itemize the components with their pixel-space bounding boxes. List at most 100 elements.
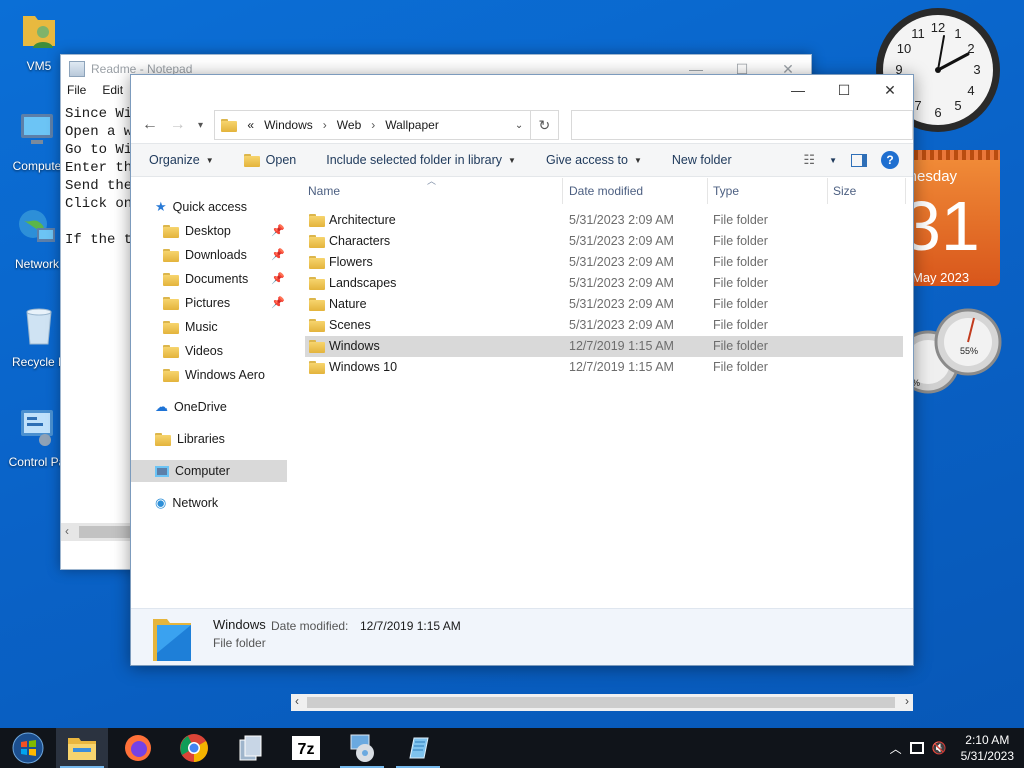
include-in-library-button[interactable]: Include selected folder in library ▼ (326, 153, 516, 167)
file-name: Characters (329, 234, 391, 248)
chevron-right-icon[interactable]: › (371, 118, 375, 132)
svg-text:7z: 7z (298, 741, 315, 758)
folder-icon (309, 214, 325, 227)
downloads-folder-icon (163, 248, 179, 262)
scroll-thumb[interactable] (307, 697, 895, 708)
folder-icon (163, 368, 179, 382)
address-bar[interactable]: « Windows › Web › Wallpaper ⌄ (214, 110, 532, 140)
nav-desktop[interactable]: Desktop (163, 220, 231, 242)
scroll-left-icon[interactable]: ‹ (65, 524, 69, 538)
column-divider[interactable] (905, 178, 906, 204)
notepad-icon (69, 61, 85, 77)
breadcrumb-overflow[interactable]: « (247, 118, 254, 132)
command-bar: Organize ▼ Open Include selected folder … (131, 143, 913, 177)
help-icon[interactable]: ? (881, 151, 899, 169)
nav-label: Computer (175, 464, 230, 478)
new-folder-button[interactable]: New folder (672, 153, 732, 167)
view-options-icon[interactable]: ☷ (803, 152, 815, 168)
maximize-button[interactable]: ☐ (821, 75, 867, 105)
column-date-modified[interactable]: Date modified (569, 184, 643, 198)
taskbar-firefox[interactable] (112, 728, 164, 768)
start-button[interactable] (0, 728, 56, 768)
column-divider[interactable] (562, 178, 563, 204)
taskbar-chrome[interactable] (168, 728, 220, 768)
nav-downloads[interactable]: Downloads (163, 244, 247, 266)
horizontal-scrollbar[interactable]: ‹ › (291, 694, 913, 711)
open-label: Open (265, 153, 297, 167)
file-row-selected[interactable]: Windows 12/7/2019 1:15 AM File folder (305, 336, 903, 357)
file-row[interactable]: Nature 5/31/2023 2:09 AM File folder (305, 294, 903, 315)
nav-libraries[interactable]: Libraries (155, 428, 225, 450)
breadcrumb-windows[interactable]: Windows (264, 118, 313, 132)
new-folder-label: New folder (671, 153, 732, 167)
date-modified-value: 12/7/2019 1:15 AM (360, 619, 461, 633)
nav-onedrive[interactable]: ☁ OneDrive (155, 396, 227, 418)
column-size[interactable]: Size (833, 184, 856, 198)
show-hidden-icons-chevron-icon[interactable]: ︿ (890, 740, 902, 757)
column-divider[interactable] (707, 178, 708, 204)
pin-icon: 📌 (271, 249, 285, 261)
notepad-horizontal-scrollbar[interactable]: ‹ (61, 523, 133, 541)
column-divider[interactable] (827, 178, 828, 204)
file-date: 12/7/2019 1:15 AM (569, 339, 674, 353)
nav-label: Videos (185, 344, 223, 358)
file-row[interactable]: Architecture 5/31/2023 2:09 AM File fold… (305, 210, 903, 231)
close-button[interactable]: ✕ (867, 75, 913, 105)
file-type: File folder (713, 297, 768, 311)
volume-muted-icon[interactable]: 🔇 (932, 741, 947, 755)
explorer-titlebar[interactable]: — ☐ ✕ (131, 75, 913, 107)
refresh-button[interactable]: ↻ (531, 110, 559, 140)
taskbar-clock[interactable]: 2:10 AM 5/31/2023 (961, 732, 1014, 764)
back-button[interactable]: ← (139, 114, 161, 136)
minimize-button[interactable]: — (775, 75, 821, 105)
taskbar-notepad[interactable] (392, 728, 444, 768)
taskbar-7zip[interactable]: 7z (280, 728, 332, 768)
calendar-gadget[interactable]: ednesday 31 May 2023 (906, 150, 1000, 286)
nav-label: OneDrive (174, 400, 227, 414)
file-explorer-window[interactable]: — ☐ ✕ ← → ▾ « Windows › Web › Wallpaper … (130, 74, 914, 711)
menu-file[interactable]: File (67, 83, 86, 103)
preview-pane-icon[interactable] (851, 153, 867, 167)
nav-music[interactable]: Music (163, 316, 218, 338)
breadcrumb-wallpaper[interactable]: Wallpaper (385, 118, 439, 132)
file-row[interactable]: Scenes 5/31/2023 2:09 AM File folder (305, 315, 903, 336)
organize-button[interactable]: Organize ▼ (149, 153, 214, 167)
nav-videos[interactable]: Videos (163, 340, 223, 362)
folder-icon (309, 277, 325, 290)
taskbar-archive-tool[interactable] (224, 728, 276, 768)
forward-button[interactable]: → (167, 114, 189, 136)
chevron-right-icon[interactable]: › (323, 118, 327, 132)
column-name[interactable]: Name (308, 184, 340, 198)
menu-edit[interactable]: Edit (102, 83, 123, 103)
scroll-thumb[interactable] (79, 526, 131, 538)
file-row[interactable]: Windows 10 12/7/2019 1:15 AM File folder (305, 357, 903, 378)
scroll-left-icon[interactable]: ‹ (295, 694, 299, 708)
column-type[interactable]: Type (713, 184, 739, 198)
chevron-down-icon[interactable]: ⌄ (508, 120, 530, 131)
taskbar-disc-utility[interactable] (336, 728, 388, 768)
nav-windows-aero[interactable]: Windows Aero (163, 364, 265, 386)
file-row[interactable]: Characters 5/31/2023 2:09 AM File folder (305, 231, 903, 252)
give-access-button[interactable]: Give access to ▼ (546, 153, 642, 167)
recent-locations-button[interactable]: ▾ (195, 114, 207, 136)
file-row[interactable]: Flowers 5/31/2023 2:09 AM File folder (305, 252, 903, 273)
nav-documents[interactable]: Documents (163, 268, 248, 290)
pin-icon: 📌 (271, 297, 285, 309)
caret-down-icon[interactable]: ▼ (829, 156, 837, 165)
scroll-right-icon[interactable]: › (905, 694, 909, 708)
taskbar-file-explorer[interactable] (56, 728, 108, 768)
nav-pictures[interactable]: Pictures (163, 292, 230, 314)
file-row[interactable]: Landscapes 5/31/2023 2:09 AM File folder (305, 273, 903, 294)
breadcrumb-web[interactable]: Web (337, 118, 361, 132)
nav-network[interactable]: ◉ Network (155, 492, 218, 514)
large-folder-icon (153, 619, 191, 661)
nav-quick-access[interactable]: ★ Quick access (155, 196, 247, 218)
sort-ascending-icon: ︿ (427, 176, 437, 186)
file-date: 5/31/2023 2:09 AM (569, 318, 674, 332)
nav-computer[interactable]: Computer (131, 460, 287, 482)
network-status-icon[interactable] (909, 742, 924, 754)
open-button[interactable]: Open (243, 153, 297, 167)
cpu-meter-gadget[interactable]: 55% % (900, 304, 1002, 400)
file-name: Architecture (329, 213, 396, 227)
search-input[interactable] (570, 110, 914, 140)
